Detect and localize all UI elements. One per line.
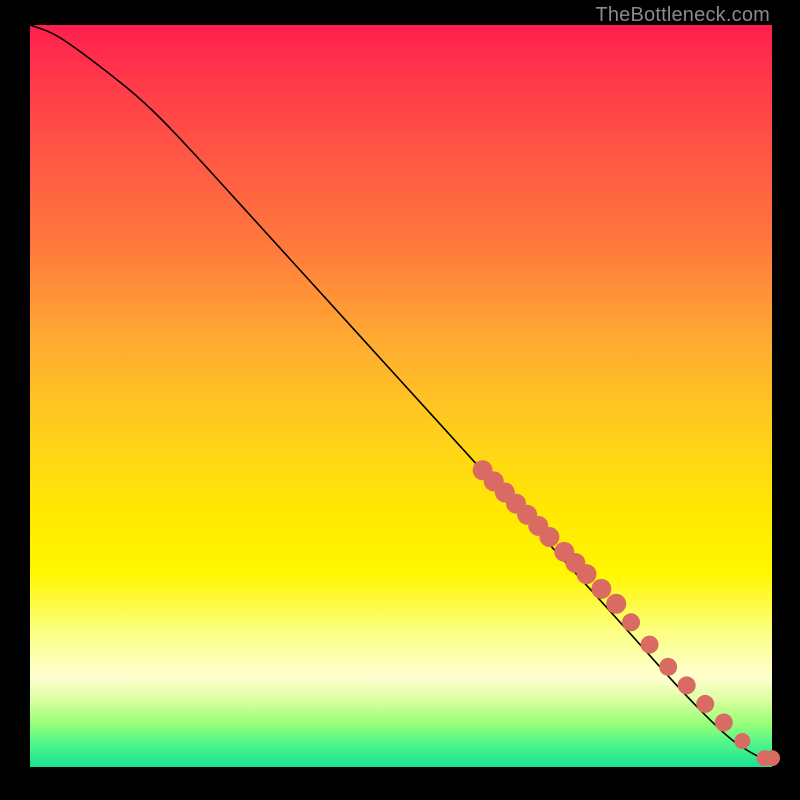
highlight-dot — [734, 733, 750, 749]
highlight-dot — [764, 750, 780, 766]
highlight-dot — [678, 676, 696, 694]
highlight-dot — [539, 527, 559, 547]
highlight-dot — [577, 564, 597, 584]
highlight-dot — [696, 695, 714, 713]
highlight-dot — [606, 594, 626, 614]
highlight-dot — [715, 713, 733, 731]
highlight-dot — [659, 658, 677, 676]
bottleneck-curve — [30, 25, 772, 760]
highlight-dot — [622, 613, 640, 631]
highlight-dot — [641, 636, 659, 654]
highlight-dots-group — [473, 460, 780, 766]
attribution-text: TheBottleneck.com — [595, 4, 770, 27]
highlight-dot — [591, 579, 611, 599]
chart-stage: TheBottleneck.com — [0, 0, 800, 800]
chart-svg — [30, 25, 772, 767]
plot-area — [30, 25, 772, 767]
